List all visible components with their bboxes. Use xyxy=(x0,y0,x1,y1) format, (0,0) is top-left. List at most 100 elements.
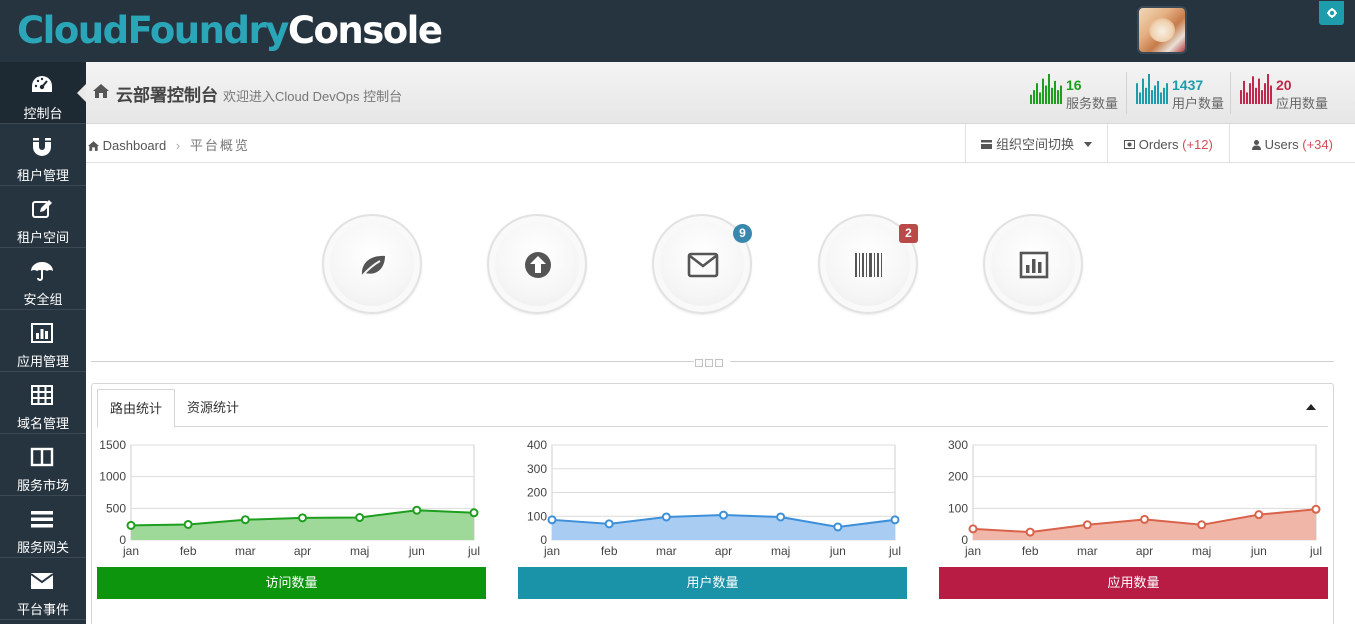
shortcut-messages-button[interactable]: 9 xyxy=(652,214,752,314)
app-sparkline xyxy=(1240,74,1272,104)
magnet-icon xyxy=(33,138,51,156)
user-avatar[interactable] xyxy=(1137,6,1187,54)
sparkline-bar xyxy=(1255,87,1257,104)
data-point xyxy=(126,520,136,530)
sparkline-bar xyxy=(1157,80,1159,104)
users-button[interactable]: Users (+34) xyxy=(1229,124,1355,163)
data-point xyxy=(1140,514,1149,524)
x-tick-label: feb xyxy=(1022,544,1039,558)
logo-text-console: Console xyxy=(287,9,443,52)
sparkline-bar xyxy=(1045,85,1047,104)
tab-resource-stats[interactable]: 资源统计 xyxy=(175,389,251,427)
shortcut-stats-button[interactable] xyxy=(983,214,1083,314)
tab-route-stats[interactable]: 路由统计 xyxy=(97,389,176,428)
sidebar-label: 租户管理 xyxy=(16,168,69,183)
sparkline-bar xyxy=(1258,78,1260,104)
sparkline-bar xyxy=(1151,90,1153,104)
settings-button[interactable] xyxy=(1319,1,1344,25)
chart-visits: 0 500 1000 1500 jan feb mar apr maj jun jul xyxy=(91,434,481,559)
data-point xyxy=(661,512,671,522)
apps-count-button[interactable]: 应用数量 xyxy=(939,567,1328,599)
x-tick-label: mar xyxy=(656,544,677,558)
x-tick-label: jan xyxy=(964,544,981,558)
org-space-switch-dropdown[interactable]: 组织空间切换 xyxy=(965,124,1107,163)
collapse-toggle-icon[interactable] xyxy=(1306,404,1316,410)
divider-handle[interactable] xyxy=(694,356,730,367)
reorder-icon xyxy=(31,511,53,528)
sparkline-bar xyxy=(1246,92,1248,104)
columns-icon xyxy=(30,447,54,467)
sidebar-item-dashboard[interactable]: 控制台 xyxy=(0,62,86,124)
sidebar-item-tenant-management[interactable]: 租户管理 xyxy=(0,124,86,186)
logo-text-cloudfoundry: CloudFoundry xyxy=(17,9,289,52)
data-point xyxy=(1082,520,1092,530)
y-tick-label: 1000 xyxy=(99,470,126,484)
x-tick-label: apr xyxy=(715,544,732,558)
shortcut-leaf-button[interactable] xyxy=(322,214,422,314)
y-tick-label: 1500 xyxy=(99,438,126,452)
x-tick-label: jul xyxy=(1309,544,1322,558)
sidebar-item-domain-management[interactable]: 域名管理 xyxy=(0,372,86,434)
sparkline-bar xyxy=(1054,80,1056,104)
bar-chart-icon xyxy=(31,323,53,343)
x-tick-label: maj xyxy=(771,544,790,558)
orders-count: (+12) xyxy=(1182,137,1213,152)
users-label: Users xyxy=(1264,137,1299,152)
app-logo[interactable]: CloudFoundryConsole xyxy=(17,9,443,52)
y-tick-label: 300 xyxy=(527,462,547,476)
breadcrumb-home-link[interactable]: Dashboard xyxy=(103,138,167,153)
sparkline-bar xyxy=(1154,85,1156,104)
sidebar-label: 控制台 xyxy=(23,106,63,121)
sidebar-item-app-management[interactable]: 应用管理 xyxy=(0,310,86,372)
stat-users[interactable]: 1437 用户数量 xyxy=(1136,72,1226,114)
sparkline-bar xyxy=(1267,74,1269,104)
sparkline-bar xyxy=(1240,90,1242,104)
sparkline-bar xyxy=(1057,90,1059,104)
sidebar-label: 服务市场 xyxy=(16,478,69,493)
data-point xyxy=(412,505,422,515)
sparkline-bar xyxy=(1136,83,1138,104)
y-tick-label: 200 xyxy=(527,486,547,500)
data-point xyxy=(469,508,479,518)
orders-label: Orders xyxy=(1138,137,1179,152)
sparkline-bar xyxy=(1160,92,1162,104)
sparkline-bar xyxy=(1249,83,1251,104)
data-point xyxy=(604,519,614,529)
breadcrumb-bar: Dashboard › 平台概览 组织空间切换 Orders (+12) Use… xyxy=(86,124,1355,163)
sparkline-bar xyxy=(1252,76,1254,104)
stat-apps[interactable]: 20 应用数量 xyxy=(1240,72,1332,114)
envelope-icon xyxy=(687,252,719,278)
sidebar-item-service-gateway[interactable]: 服务网关 xyxy=(0,496,86,558)
orders-button[interactable]: Orders (+12) xyxy=(1107,124,1229,163)
sidebar-label: 应用管理 xyxy=(16,354,69,369)
sparkline-bar xyxy=(1042,78,1044,104)
umbrella-icon xyxy=(31,262,53,281)
sidebar-item-platform-events[interactable]: 平台事件 xyxy=(0,558,86,620)
sidebar-label: 服务网关 xyxy=(16,540,69,555)
chart-apps: 0 100 200 300 jan feb mar apr maj jun jul xyxy=(933,434,1323,559)
credit-card-icon xyxy=(981,140,993,149)
visits-count-button[interactable]: 访问数量 xyxy=(97,567,486,599)
stat-services[interactable]: 16 服务数量 xyxy=(1030,72,1120,114)
x-tick-label: jan xyxy=(543,544,560,558)
data-point xyxy=(547,515,557,525)
users-count-button[interactable]: 用户数量 xyxy=(518,567,907,599)
sidebar-label: 域名管理 xyxy=(16,416,69,431)
data-point xyxy=(298,513,307,523)
sidebar-item-tenant-space[interactable]: 租户空间 xyxy=(0,186,86,248)
sidebar-item-security-group[interactable]: 安全组 xyxy=(0,248,86,310)
y-tick-label: 300 xyxy=(948,438,968,452)
stat-users-label: 用户数量 xyxy=(1172,96,1225,111)
y-tick-label: 100 xyxy=(527,509,547,523)
breadcrumb-current: 平台概览 xyxy=(189,138,250,153)
sidebar-label: 安全组 xyxy=(23,292,63,307)
shortcut-upload-button[interactable] xyxy=(487,214,587,314)
sparkline-bar xyxy=(1243,80,1245,104)
sidebar-item-service-market[interactable]: 服务市场 xyxy=(0,434,86,496)
sparkline-bar xyxy=(1030,94,1032,104)
x-tick-label: mar xyxy=(235,544,256,558)
users-count: (+34) xyxy=(1302,137,1333,152)
home-icon xyxy=(88,141,99,151)
shortcut-barcode-button[interactable]: 2 xyxy=(818,214,918,314)
data-point xyxy=(968,524,978,534)
